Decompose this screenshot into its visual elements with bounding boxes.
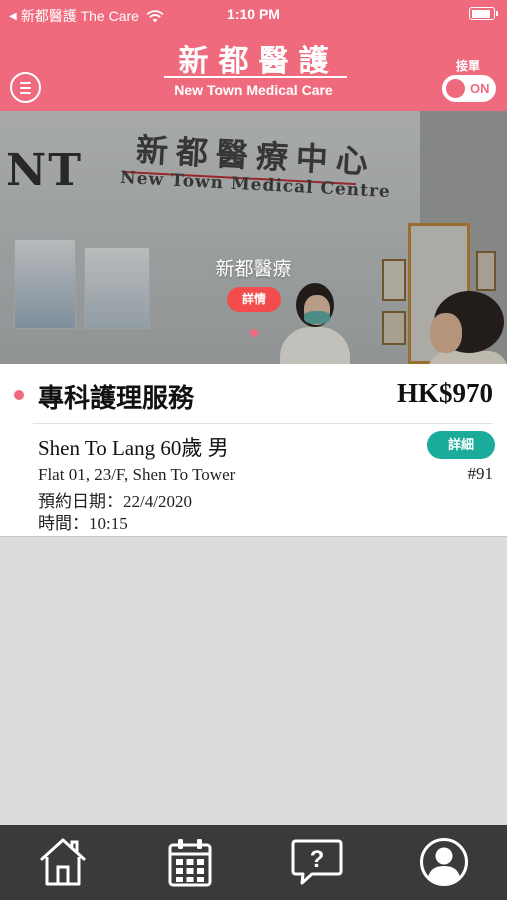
app-title-zh: 新都醫護 — [178, 44, 339, 79]
app-header: ◀ 新都醫護 The Care 1:10 PM 新都醫護 New Town Me… — [0, 0, 507, 111]
order-card[interactable]: 專科護理服務 HK$970 Shen To Lang 60歲 男 Flat 01… — [0, 364, 507, 537]
banner-shade — [0, 111, 507, 364]
service-name: 專科護理服務 — [38, 383, 195, 413]
calendar-icon — [168, 839, 212, 887]
battery-icon — [469, 7, 498, 20]
accept-orders-toggle[interactable]: ON — [442, 75, 496, 102]
menu-button[interactable] — [10, 72, 41, 103]
help-chat-icon: ? — [291, 839, 343, 885]
appointment-time: 時間：10:15 — [38, 514, 128, 533]
nav-home[interactable] — [0, 825, 127, 900]
promo-banner[interactable]: NT 新都醫療中心 New Town Medical Centre 新都醫療 詳… — [0, 111, 507, 364]
bottom-nav: ? — [0, 825, 507, 900]
accept-orders-label: 接單 — [455, 59, 480, 73]
patient-address: Flat 01, 23/F, Shen To Tower — [38, 465, 236, 484]
status-time: 1:10 PM — [227, 6, 280, 22]
nav-profile[interactable] — [380, 825, 507, 900]
nav-calendar[interactable] — [127, 825, 254, 900]
patient-info: Shen To Lang 60歲 男 — [38, 436, 229, 460]
card-divider — [33, 423, 493, 424]
battery-level — [471, 9, 491, 18]
toggle-knob — [446, 79, 465, 98]
hamburger-icon — [20, 82, 31, 84]
status-dot — [14, 390, 24, 400]
home-icon — [40, 838, 86, 886]
profile-icon — [419, 838, 468, 886]
carousel-page-indicator[interactable] — [250, 329, 258, 337]
toggle-state: ON — [470, 81, 490, 96]
hamburger-icon-bar — [20, 87, 31, 89]
nav-help[interactable]: ? — [254, 825, 381, 900]
app-title-en: New Town Medical Care — [174, 82, 333, 98]
banner-details-button[interactable]: 詳情 — [227, 287, 281, 312]
title-divider — [164, 76, 347, 78]
order-number: #91 — [467, 464, 494, 483]
order-details-button[interactable]: 詳細 — [427, 431, 495, 459]
status-bar: ◀ 新都醫護 The Care 1:10 PM — [0, 0, 507, 27]
hamburger-icon-bar — [20, 92, 31, 94]
banner-title: 新都醫療 — [215, 259, 292, 280]
svg-text:?: ? — [310, 846, 325, 873]
service-price: HK$970 — [396, 378, 493, 408]
